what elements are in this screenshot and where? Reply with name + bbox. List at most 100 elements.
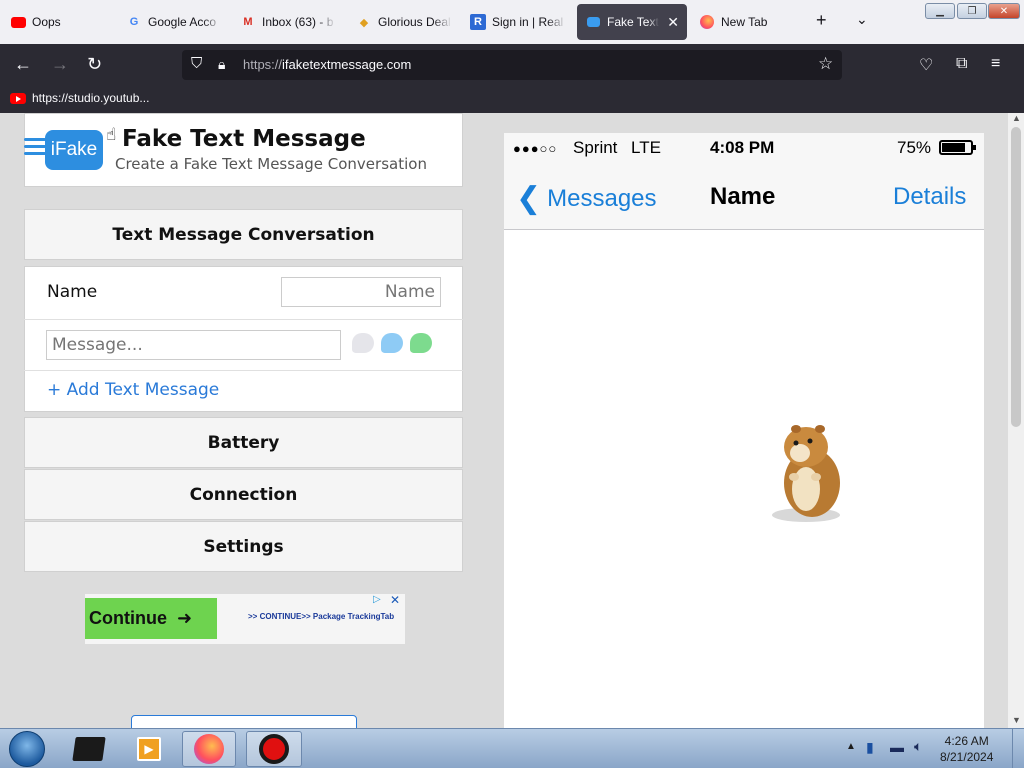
page-scrollbar[interactable]: ▲ ▼: [1008, 113, 1024, 728]
contact-name: Name: [710, 183, 776, 210]
tray-app-icon[interactable]: ▮: [866, 739, 874, 756]
chevron-left-icon: ❮: [516, 182, 542, 215]
message-input[interactable]: [46, 330, 341, 360]
bookmark-youtube-studio[interactable]: https://studio.youtub...: [10, 91, 149, 105]
ad-continue-button[interactable]: Continue ➜: [85, 598, 217, 639]
forward-arrow-icon[interactable]: →: [51, 54, 69, 75]
tab-label: Glorious Deal: [378, 15, 451, 29]
section-battery[interactable]: Battery: [24, 417, 463, 468]
address-bar[interactable]: ⛉ 🔒︎ https://ifaketextmessage.com ☆: [182, 50, 842, 80]
tab-fake-text-active[interactable]: Fake Text M ✕: [577, 4, 687, 40]
network-type: LTE: [631, 138, 661, 157]
menu-hamburger-icon[interactable]: ≡: [991, 55, 1000, 73]
taskbar-app-cmd[interactable]: [68, 731, 110, 767]
youtube-icon: [10, 92, 26, 104]
divider: [24, 370, 463, 371]
clock-date: 8/21/2024: [940, 750, 994, 764]
tracking-shield-icon[interactable]: ⛉: [191, 55, 202, 72]
tab-strip: Oops G Google Acco M Inbox (63) - b ◆ Gl…: [0, 0, 1024, 44]
reload-icon[interactable]: ↻: [87, 54, 102, 75]
back-arrow-icon[interactable]: ←: [14, 54, 32, 75]
youtube-icon: [10, 14, 26, 30]
messages-back-button: ❮ Messages: [516, 182, 657, 215]
lock-icon[interactable]: 🔒︎: [218, 56, 225, 73]
scroll-up-icon[interactable]: ▲: [1012, 113, 1021, 123]
site-title: Fake Text Message: [122, 126, 366, 152]
phone-preview: ●●●○○ Sprint LTE 4:08 PM 75% ❮ Messages …: [504, 133, 984, 728]
battery-icon: [939, 140, 976, 155]
section-connection[interactable]: Connection: [24, 469, 463, 520]
tray-expand-icon[interactable]: ▲: [846, 741, 856, 752]
name-input[interactable]: [281, 277, 441, 307]
phone-time: 4:08 PM: [710, 138, 775, 157]
bookmark-label: https://studio.youtub...: [32, 91, 150, 105]
tab-oops[interactable]: Oops: [10, 4, 110, 40]
scroll-down-icon[interactable]: ▼: [1012, 715, 1021, 725]
section-text-message-conversation[interactable]: Text Message Conversation: [24, 209, 463, 260]
list-tabs-chevron-icon[interactable]: ⌄: [856, 11, 868, 28]
pocket-icon[interactable]: ♡: [919, 55, 933, 75]
tab-google-account[interactable]: G Google Acco: [126, 4, 222, 40]
url-text: https://ifaketextmessage.com: [243, 57, 412, 72]
start-button[interactable]: [4, 731, 50, 767]
taskbar-app-recorder[interactable]: [246, 731, 302, 767]
hamster-image: [772, 425, 840, 522]
clock-time: 4:26 AM: [944, 734, 989, 748]
signal-dots-icon: ●●●○○: [513, 141, 558, 156]
mouse-cursor-icon: ☝: [106, 125, 117, 144]
adchoices-icon[interactable]: ▷: [373, 594, 381, 605]
carrier-name: Sprint: [573, 138, 618, 157]
terminal-icon: [72, 737, 106, 761]
system-clock[interactable]: 4:26 AM 8/21/2024: [940, 733, 993, 765]
minimize-button[interactable]: ▁: [925, 3, 955, 19]
message-icon: [585, 14, 601, 30]
blue-bubble-toggle[interactable]: [381, 333, 403, 353]
display-tray-icon[interactable]: ▬: [890, 739, 904, 755]
green-bubble-toggle[interactable]: [410, 333, 432, 353]
taskbar-app-media[interactable]: ▶: [128, 731, 170, 767]
tab-new-tab[interactable]: New Tab: [699, 4, 799, 40]
volume-icon[interactable]: 🔈︎: [914, 738, 922, 755]
phone-header: ●●●○○ Sprint LTE 4:08 PM 75% ❮ Messages …: [504, 133, 984, 230]
details-link: Details: [893, 183, 967, 210]
hamburger-menu-icon[interactable]: [24, 138, 46, 156]
show-desktop-button[interactable]: [1012, 729, 1024, 768]
extensions-puzzle-icon[interactable]: ⧉: [956, 55, 967, 73]
site-logo[interactable]: iFake: [45, 130, 103, 170]
tab-label: Fake Text M: [607, 15, 659, 29]
restore-button[interactable]: ❐: [957, 3, 987, 19]
ad-close-icon[interactable]: ✕: [390, 593, 400, 607]
new-tab-plus-icon[interactable]: +: [816, 10, 827, 31]
taskbar: ▶ ▲ ▮ ▬ 🔈︎ 4:26 AM 8/21/2024: [0, 728, 1024, 768]
windows-logo-icon: [9, 731, 45, 767]
media-player-icon: ▶: [137, 737, 161, 761]
tab-glorious-deal[interactable]: ◆ Glorious Deal: [356, 4, 452, 40]
firefox-icon: [699, 14, 715, 30]
tab-label: Oops: [32, 15, 61, 29]
window-close-button[interactable]: ✕: [988, 3, 1020, 19]
ad-text: >> CONTINUE>> Package TrackingTab: [248, 612, 395, 621]
gmail-icon: M: [243, 16, 253, 28]
tab-label: Sign in | Real: [492, 15, 564, 29]
battery-percent: 75%: [897, 138, 932, 157]
signin-icon: R: [470, 14, 486, 30]
record-icon: [259, 734, 289, 764]
close-tab-icon[interactable]: ✕: [667, 14, 679, 31]
scrollbar-thumb[interactable]: [1011, 127, 1021, 427]
bookmarks-toolbar: https://studio.youtub...: [0, 86, 1024, 113]
taskbar-app-firefox[interactable]: [182, 731, 236, 767]
arrow-right-icon: ➜: [177, 608, 193, 628]
gray-bubble-toggle[interactable]: [352, 333, 374, 353]
deal-icon: ◆: [359, 16, 369, 29]
bookmark-star-icon[interactable]: ☆: [818, 54, 833, 74]
advertisement[interactable]: Continue ➜ >> CONTINUE>> Package Tracking…: [85, 593, 405, 644]
tab-sign-in[interactable]: R Sign in | Real: [470, 4, 566, 40]
tab-label: Inbox (63) - b: [262, 15, 334, 29]
add-text-message-link[interactable]: + Add Text Message: [47, 380, 219, 400]
google-icon: G: [129, 16, 139, 28]
section-settings[interactable]: Settings: [24, 521, 463, 572]
tab-inbox[interactable]: M Inbox (63) - b: [240, 4, 336, 40]
site-subtitle: Create a Fake Text Message Conversation: [115, 155, 427, 173]
firefox-icon: [194, 734, 224, 764]
partial-button[interactable]: [131, 715, 357, 728]
